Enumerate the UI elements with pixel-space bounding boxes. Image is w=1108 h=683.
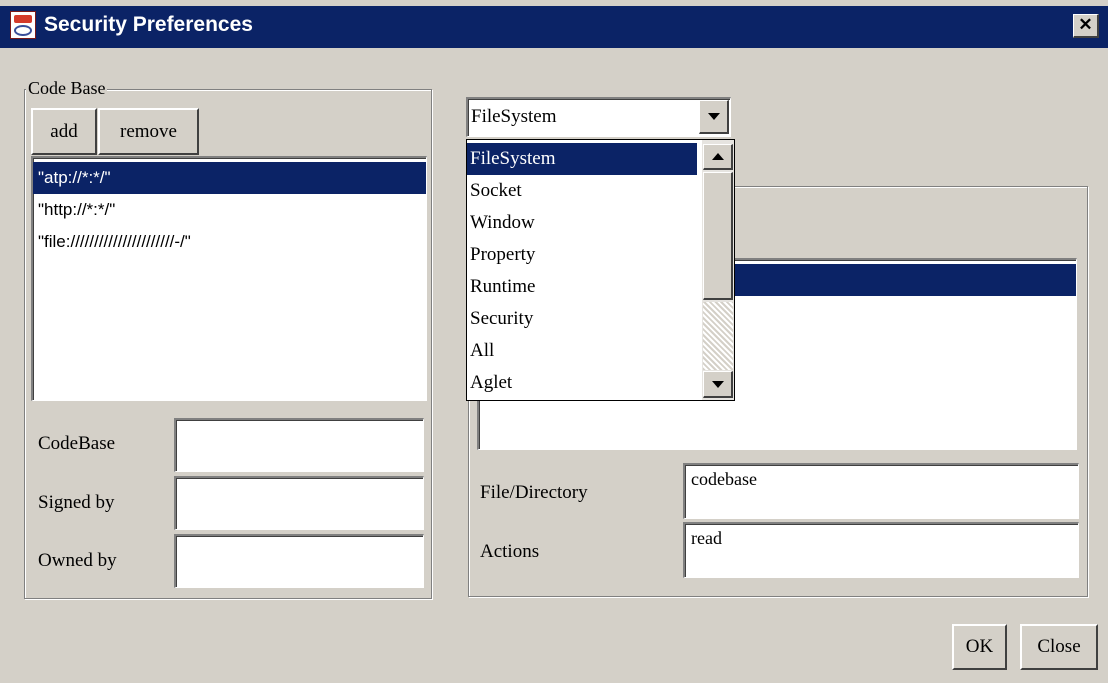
dropdown-option[interactable]: Aglet [467, 367, 697, 399]
dropdown-scrollbar[interactable] [702, 140, 734, 400]
permission-type-dropdown-list[interactable]: FileSystem Socket Window Property Runtim… [466, 139, 735, 401]
actions-label: Actions [480, 541, 540, 562]
dropdown-option[interactable]: FileSystem [467, 143, 697, 175]
dropdown-option[interactable]: Property [467, 239, 697, 271]
scroll-up-button[interactable] [703, 144, 733, 170]
scroll-thumb[interactable] [703, 172, 733, 300]
dropdown-option[interactable]: Security [467, 303, 697, 335]
permission-type-select[interactable]: FileSystem [466, 97, 731, 137]
signed-by-label: Signed by [38, 492, 115, 513]
owned-by-label: Owned by [38, 550, 117, 571]
dropdown-option[interactable]: All [467, 335, 697, 367]
scroll-down-button[interactable] [703, 371, 733, 398]
file-directory-field[interactable]: codebase [683, 463, 1079, 519]
dropdown-option[interactable]: Runtime [467, 271, 697, 303]
remove-button[interactable]: remove [98, 108, 199, 155]
arrow-up-icon [711, 153, 724, 160]
file-directory-label: File/Directory [480, 482, 588, 503]
codebase-field[interactable] [174, 418, 424, 472]
signed-by-field[interactable] [174, 476, 424, 530]
permission-type-value: FileSystem [471, 106, 557, 127]
dropdown-arrow-button[interactable] [699, 100, 729, 134]
actions-field[interactable]: read [683, 522, 1079, 578]
close-icon: ✕ [1078, 15, 1093, 34]
arrow-down-icon [711, 381, 724, 388]
codebase-label: CodeBase [38, 433, 116, 454]
code-base-entry[interactable]: "http://*:*/" [33, 194, 426, 226]
code-base-legend: Code Base [26, 78, 108, 98]
add-button[interactable]: add [31, 108, 97, 155]
window-title: Security Preferences [44, 13, 253, 36]
ok-button[interactable]: OK [952, 624, 1007, 670]
close-window-button[interactable]: ✕ [1073, 14, 1099, 38]
dropdown-option[interactable]: Socket [467, 175, 697, 207]
owned-by-field[interactable] [174, 534, 424, 588]
code-base-entry[interactable]: "atp://*:*/" [33, 162, 426, 194]
code-base-list[interactable]: "atp://*:*/" "http://*:*/" "file:///////… [31, 156, 427, 401]
code-base-entry[interactable]: "file://////////////////////-/" [33, 226, 426, 258]
chevron-down-icon [707, 113, 720, 120]
scroll-track[interactable] [703, 302, 733, 370]
close-button[interactable]: Close [1020, 624, 1098, 670]
dropdown-option[interactable]: Window [467, 207, 697, 239]
java-app-icon [10, 11, 36, 39]
